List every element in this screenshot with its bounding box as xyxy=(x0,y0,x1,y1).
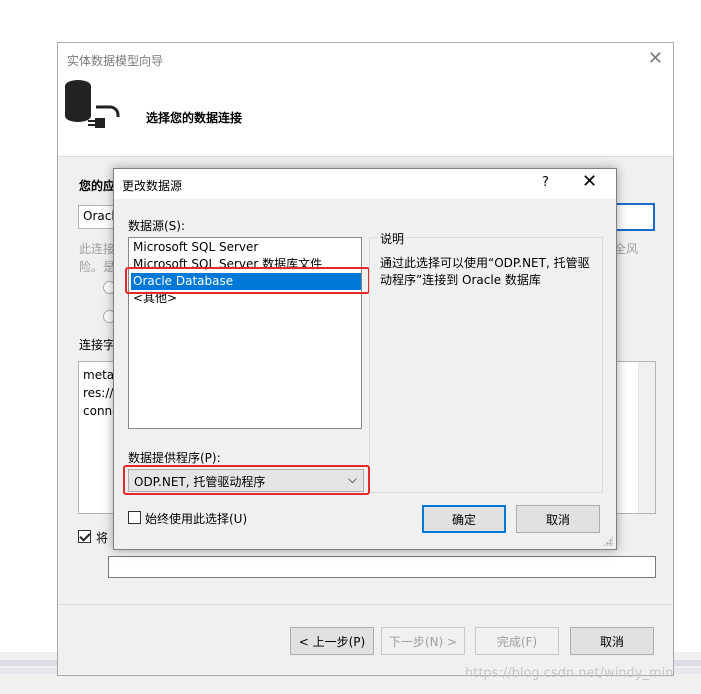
connection-string-label: 连接字 xyxy=(79,338,116,352)
save-connection-label: 将 xyxy=(96,531,109,545)
save-connection-checkbox[interactable] xyxy=(78,530,91,543)
change-data-source-dialog: 更改数据源 ? ✕ 数据源(S): Microsoft SQL Server M… xyxy=(113,168,617,550)
data-source-listbox[interactable]: Microsoft SQL Server Microsoft SQL Serve… xyxy=(128,237,362,429)
wizard-close-icon[interactable]: ✕ xyxy=(648,48,663,69)
footer-divider xyxy=(58,604,673,605)
vertical-scrollbar[interactable] xyxy=(638,362,655,513)
resize-grip[interactable] xyxy=(603,536,613,546)
connection-name-input[interactable] xyxy=(108,556,656,578)
finish-button[interactable]: 完成(F) xyxy=(475,627,559,655)
description-text: 通过此选择可以使用“ODP.NET, 托管驱动程序”连接到 Oracle 数据库 xyxy=(380,256,590,287)
wizard-cancel-button[interactable]: 取消 xyxy=(570,627,654,655)
always-use-checkbox[interactable] xyxy=(128,511,141,524)
description-legend: 说明 xyxy=(378,230,407,247)
wizard-title: 实体数据模型向导 xyxy=(67,54,164,68)
database-connection-icon xyxy=(65,80,120,128)
new-connection-button[interactable] xyxy=(613,203,655,231)
warning-text-right: 全风 xyxy=(614,242,639,256)
close-icon[interactable]: ✕ xyxy=(582,171,597,192)
dialog-title: 更改数据源 xyxy=(122,179,183,193)
data-source-label: 数据源(S): xyxy=(128,219,186,233)
dialog-cancel-button[interactable]: 取消 xyxy=(516,505,600,533)
red-highlight-source xyxy=(125,267,370,294)
section-label: 您的应 xyxy=(79,179,116,193)
warning-text-line2: 险。是 xyxy=(79,260,116,274)
next-button[interactable]: 下一步(N) > xyxy=(381,627,465,655)
provider-label: 数据提供程序(P): xyxy=(128,451,221,465)
always-use-label: 始终使用此选择(U) xyxy=(145,512,248,526)
dialog-titlebar: 更改数据源 ? ✕ xyxy=(114,169,616,199)
prev-button[interactable]: < 上一步(P) xyxy=(290,627,374,655)
watermark-text: https://blog.csdn.net/windy_min xyxy=(465,666,674,681)
help-icon[interactable]: ? xyxy=(542,175,549,190)
wizard-header: 实体数据模型向导 ✕ 选择您的数据连接 xyxy=(58,43,673,157)
red-highlight-provider xyxy=(123,465,370,495)
warning-text-line1: 此连接 xyxy=(79,242,116,256)
list-item[interactable]: Microsoft SQL Server xyxy=(133,239,359,256)
ok-button[interactable]: 确定 xyxy=(422,505,506,533)
wizard-heading: 选择您的数据连接 xyxy=(146,111,243,125)
